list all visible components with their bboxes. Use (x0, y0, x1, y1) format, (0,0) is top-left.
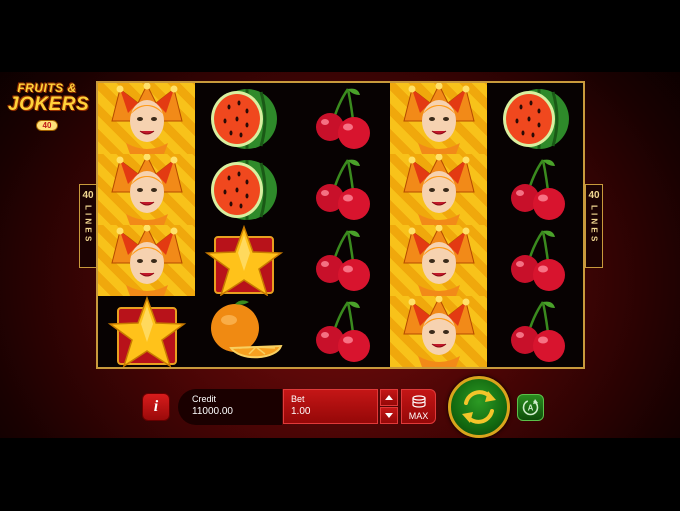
autoplay-button[interactable]: A (517, 394, 544, 421)
lines-count: 40 (82, 190, 94, 201)
watermelon-symbol (487, 83, 584, 154)
lines-indicator-left: 40 L I N E S (79, 184, 97, 268)
cherry-symbol (292, 154, 389, 225)
joker-symbol (390, 224, 487, 296)
bet-decrease-button[interactable] (380, 407, 398, 424)
credit-label: Credit (192, 394, 217, 404)
game-logo: FRUITS & JOKERS 40 (8, 82, 90, 131)
max-bet-button[interactable]: MAX (401, 389, 436, 424)
bet-increase-button[interactable] (380, 389, 398, 406)
logo-badge: 40 (36, 120, 58, 131)
spin-button[interactable] (448, 376, 510, 438)
cherry-symbol (292, 83, 389, 154)
watermelon-symbol (195, 83, 292, 154)
logo-line-2: JOKERS (8, 94, 90, 115)
reel-area (96, 81, 585, 369)
joker-symbol (390, 82, 487, 154)
reel-3 (292, 83, 389, 367)
cherry-symbol (487, 296, 584, 367)
info-button[interactable]: i (143, 394, 169, 420)
bet-label: Bet (291, 394, 305, 404)
watermelon-symbol (195, 154, 292, 225)
reel-4 (390, 82, 487, 367)
coins-icon (412, 395, 426, 408)
cherry-symbol (487, 225, 584, 296)
joker-symbol (390, 153, 487, 225)
cherry-symbol (292, 225, 389, 296)
max-label: MAX (408, 411, 429, 421)
arrow-down-icon (385, 413, 393, 418)
arrow-up-icon (385, 395, 393, 400)
orange-symbol (195, 296, 292, 367)
reel-1 (98, 82, 195, 368)
lines-label: L I N E S (83, 205, 93, 242)
lines-count: 40 (588, 190, 600, 201)
cherry-symbol (292, 296, 389, 367)
reel-5 (487, 83, 584, 367)
autoplay-icon: A (522, 399, 539, 416)
joker-symbol (98, 82, 195, 154)
star-symbol (195, 224, 292, 297)
spin-icon (462, 390, 496, 424)
star-symbol (98, 295, 195, 368)
lines-indicator-right: 40 L I N E S (585, 184, 603, 268)
lines-label: L I N E S (589, 205, 599, 242)
info-icon: i (153, 398, 159, 415)
svg-text:A: A (528, 404, 534, 413)
reel-2 (195, 83, 292, 367)
joker-symbol (98, 224, 195, 296)
joker-symbol (98, 153, 195, 225)
credit-value: 11000.00 (192, 406, 233, 417)
cherry-symbol (487, 154, 584, 225)
bottom-bar (0, 438, 680, 511)
bet-value: 1.00 (291, 406, 311, 417)
top-bar (0, 0, 680, 72)
joker-symbol (390, 295, 487, 367)
